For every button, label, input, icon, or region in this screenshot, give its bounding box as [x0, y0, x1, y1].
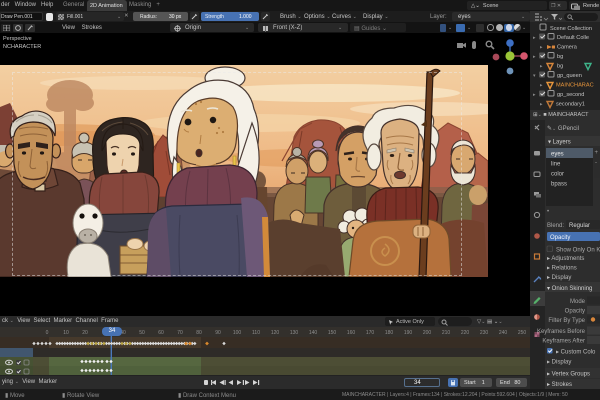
svg-text:Scene Collection: Scene Collection [550, 26, 592, 32]
svg-text:60: 60 [158, 330, 164, 336]
svg-text:170: 170 [366, 330, 375, 336]
svg-text:200: 200 [423, 330, 432, 336]
svg-text:210: 210 [442, 330, 451, 336]
svg-text:gp_queen: gp_queen [557, 73, 582, 79]
svg-text:230: 230 [480, 330, 489, 336]
svg-text:bpass: bpass [551, 182, 567, 188]
svg-text:▸ Display: ▸ Display [547, 360, 571, 366]
svg-text:bg: bg [557, 54, 563, 60]
svg-text:▸: ▸ [540, 64, 543, 70]
svg-text:▾: ▾ [533, 73, 536, 79]
svg-text:✎⌄ GPencil: ✎⌄ GPencil [547, 125, 579, 132]
svg-text:•: • [547, 209, 549, 215]
svg-text:bg: bg [557, 64, 563, 70]
svg-text:▸ Vertex Groups: ▸ Vertex Groups [547, 372, 590, 378]
svg-text:220: 220 [461, 330, 470, 336]
svg-text:line: line [551, 162, 561, 168]
svg-text:150: 150 [328, 330, 337, 336]
svg-text:▸ Relations: ▸ Relations [547, 266, 577, 272]
svg-text:Keyframes After: Keyframes After [542, 339, 585, 345]
svg-text:-: - [595, 160, 597, 166]
svg-text:140: 140 [309, 330, 318, 336]
svg-text:120: 120 [271, 330, 280, 336]
svg-text:▸: ▸ [533, 35, 536, 41]
svg-text:100: 100 [233, 330, 242, 336]
svg-text:90: 90 [215, 330, 221, 336]
svg-text:▸ Custom Colo: ▸ Custom Colo [556, 350, 596, 356]
svg-text:Show Only On Ke: Show Only On Ke [556, 248, 600, 254]
svg-text:Blend:: Blend: [547, 223, 564, 229]
svg-text:240: 240 [499, 330, 508, 336]
svg-text:180: 180 [385, 330, 394, 336]
svg-text:▸ Adjustments: ▸ Adjustments [547, 256, 584, 262]
svg-text:Opacity: Opacity [550, 235, 570, 241]
svg-text:▸: ▸ [533, 54, 536, 60]
svg-text:20: 20 [82, 330, 88, 336]
svg-text:130: 130 [290, 330, 299, 336]
svg-text:secondary1: secondary1 [556, 102, 585, 108]
svg-text:▸: ▸ [540, 102, 543, 108]
svg-text:80: 80 [196, 330, 202, 336]
svg-text:70: 70 [177, 330, 183, 336]
svg-text:MAINCHARAC: MAINCHARAC [556, 83, 594, 89]
svg-text:eyes: eyes [551, 152, 564, 158]
svg-text:Regular: Regular [569, 223, 590, 229]
svg-text:Default Colle: Default Colle [557, 35, 589, 41]
svg-text:color: color [551, 172, 564, 178]
svg-text:▸ Strokes: ▸ Strokes [547, 382, 572, 388]
svg-text:▾ Layers: ▾ Layers [548, 140, 571, 146]
svg-text:50: 50 [139, 330, 145, 336]
svg-text:+: + [595, 150, 599, 156]
svg-text:Opacity: Opacity [565, 309, 585, 315]
svg-text:▸: ▸ [540, 83, 543, 89]
svg-text:Mode: Mode [570, 299, 586, 305]
svg-text:190: 190 [404, 330, 413, 336]
svg-text:160: 160 [347, 330, 356, 336]
svg-text:Filter By Type: Filter By Type [548, 318, 585, 324]
svg-text:gp_second: gp_second [557, 92, 584, 98]
svg-text:▸: ▸ [540, 45, 543, 51]
svg-text:Keyframes Before: Keyframes Before [537, 329, 586, 335]
svg-text:Camera: Camera [557, 45, 578, 51]
svg-text:10: 10 [63, 330, 69, 336]
svg-text:▸: ▸ [533, 92, 536, 98]
svg-text:110: 110 [252, 330, 260, 336]
svg-text:▾ Onion Skinning: ▾ Onion Skinning [547, 286, 592, 292]
svg-text:250: 250 [518, 330, 527, 336]
svg-text:▸ Display: ▸ Display [547, 275, 571, 281]
svg-text:0: 0 [46, 330, 49, 336]
